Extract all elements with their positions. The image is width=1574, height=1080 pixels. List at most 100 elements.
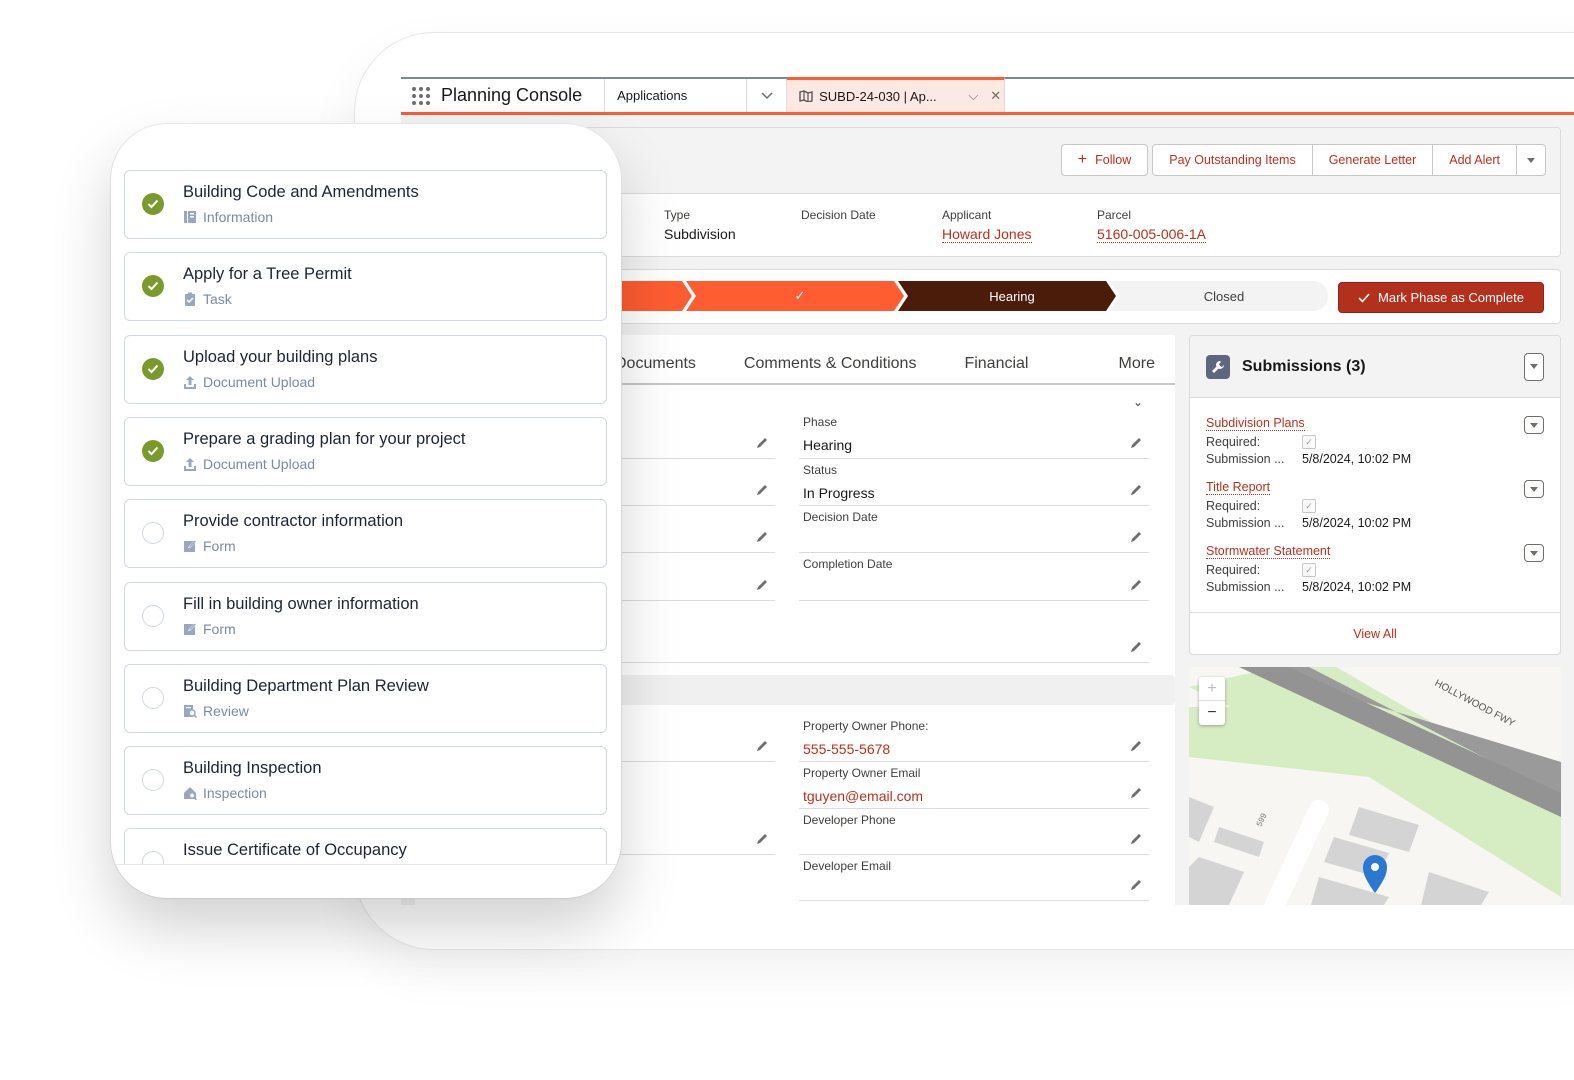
- upload-icon: [183, 457, 197, 471]
- submission-link[interactable]: Subdivision Plans: [1206, 416, 1305, 431]
- field-owner-email: Property Owner Email tguyen@email.com: [799, 762, 1149, 809]
- submission-item: Stormwater Statement Required: ✓ Submissi…: [1190, 532, 1560, 596]
- empty-circle-icon[interactable]: [142, 851, 164, 864]
- check-circle-icon[interactable]: [142, 357, 164, 380]
- tab-more[interactable]: More: [1119, 355, 1175, 383]
- applicant-link[interactable]: Howard Jones: [942, 226, 1032, 243]
- task-card[interactable]: Issue Certificate of Occupancy: [124, 828, 607, 864]
- plus-icon: +: [1077, 151, 1088, 168]
- submission-menu-button[interactable]: [1524, 480, 1544, 498]
- more-actions-button[interactable]: [1516, 144, 1546, 176]
- task-card[interactable]: Provide contractor information Form: [124, 499, 607, 569]
- nav-menu-dropdown-button[interactable]: [747, 79, 788, 112]
- field-status: Status In Progress: [799, 459, 1149, 506]
- empty-circle-icon[interactable]: [142, 522, 164, 545]
- empty-circle-icon[interactable]: [142, 769, 164, 792]
- task-type: Form: [183, 621, 236, 637]
- empty-circle-icon[interactable]: [142, 604, 164, 627]
- submission-link[interactable]: Title Report: [1206, 480, 1271, 495]
- pencil-icon[interactable]: [1129, 640, 1143, 654]
- task-card[interactable]: Fill in building owner information Form: [124, 581, 607, 651]
- task-card[interactable]: Apply for a Tree Permit Task: [124, 252, 607, 322]
- pencil-icon[interactable]: [755, 739, 769, 753]
- zoom-in-button[interactable]: +: [1199, 677, 1225, 701]
- tab-financial[interactable]: Financial: [964, 355, 1028, 383]
- highlight-field-type: Type Subdivision: [664, 208, 736, 242]
- submissions-menu-button[interactable]: [1524, 352, 1544, 381]
- task-type-label: Information: [203, 209, 274, 225]
- close-tab-icon[interactable]: ✕: [987, 88, 1004, 104]
- owner-phone-link[interactable]: 555-555-5678: [803, 741, 890, 757]
- task-type: Document Upload: [183, 456, 315, 472]
- path-stage-hearing[interactable]: Hearing: [908, 281, 1116, 311]
- clipboard-check-icon: [183, 292, 197, 307]
- caret-down-icon: [1530, 422, 1538, 428]
- task-card[interactable]: Building Inspection Inspection: [124, 746, 607, 816]
- task-card[interactable]: Building Code and Amendments Information: [124, 170, 607, 239]
- task-title: Apply for a Tree Permit: [183, 265, 352, 284]
- task-type-label: Form: [203, 538, 236, 555]
- view-all-link[interactable]: View All: [1190, 612, 1560, 654]
- task-title: Building Inspection: [183, 759, 322, 778]
- pencil-icon[interactable]: [1129, 436, 1143, 450]
- task-type-label: Task: [203, 291, 232, 308]
- map-zoom-controls: + −: [1199, 677, 1225, 725]
- pencil-icon[interactable]: [1129, 578, 1143, 592]
- pencil-icon[interactable]: [755, 436, 769, 450]
- tab-comments-conditions[interactable]: Comments & Conditions: [744, 355, 917, 383]
- task-card[interactable]: Prepare a grading plan for your project D…: [124, 416, 607, 486]
- check-circle-icon[interactable]: [142, 439, 164, 462]
- map-tiles: HOLLYWOOD FWY 599: [1189, 667, 1561, 905]
- caret-down-icon: [1530, 550, 1538, 556]
- pencil-icon[interactable]: [1129, 878, 1143, 892]
- task-type: Form: [183, 538, 236, 554]
- pencil-icon[interactable]: [1129, 739, 1143, 753]
- form-edit-icon: [183, 622, 197, 636]
- field-developer-email: Developer Email: [799, 855, 1149, 901]
- parcel-link[interactable]: 5160-005-006-1A: [1097, 226, 1206, 243]
- book-icon: [183, 210, 197, 224]
- pencil-icon[interactable]: [755, 530, 769, 544]
- zoom-out-button[interactable]: −: [1199, 701, 1225, 725]
- path-stage-complete-check[interactable]: ✓: [696, 281, 904, 311]
- follow-button[interactable]: + Follow: [1060, 144, 1149, 176]
- pay-outstanding-items-button[interactable]: Pay Outstanding Items: [1152, 144, 1313, 176]
- generate-letter-button[interactable]: Generate Letter: [1311, 144, 1434, 176]
- pencil-icon[interactable]: [1129, 483, 1143, 497]
- pencil-icon[interactable]: [755, 832, 769, 846]
- caret-down-icon: [1530, 364, 1538, 369]
- form-edit-icon: [183, 539, 197, 553]
- section-collapse-chevron-icon[interactable]: ⌄: [1133, 395, 1143, 409]
- task-list: Building Code and Amendments Information A…: [111, 124, 621, 864]
- pencil-icon[interactable]: [755, 483, 769, 497]
- record-tab-label: SUBD-24-030 | Ap...: [819, 88, 937, 104]
- check-circle-icon[interactable]: [142, 193, 164, 215]
- task-card[interactable]: Building Department Plan Review Review: [124, 663, 607, 733]
- nav-menu-selected[interactable]: Applications: [605, 79, 748, 112]
- app-launcher-button[interactable]: [401, 79, 437, 112]
- tab-menu-chevron-icon[interactable]: ⌵: [965, 88, 981, 104]
- task-card[interactable]: Upload your building plans Document Uploa…: [124, 334, 607, 404]
- pencil-icon[interactable]: [1129, 530, 1143, 544]
- task-type-label: Inspection: [203, 785, 267, 802]
- chevron-down-icon: [761, 91, 773, 99]
- waffle-icon: [412, 86, 430, 105]
- task-type: Information: [183, 209, 273, 225]
- pencil-icon[interactable]: [1129, 786, 1143, 800]
- path-stage-closed[interactable]: Closed: [1120, 281, 1328, 311]
- tab-documents[interactable]: Documents: [615, 355, 696, 383]
- check-circle-icon[interactable]: [142, 275, 164, 298]
- submission-menu-button[interactable]: [1524, 544, 1544, 562]
- pencil-icon[interactable]: [1129, 832, 1143, 846]
- record-tab[interactable]: SUBD-24-030 | Ap... ⌵ ✕: [787, 77, 1006, 112]
- add-alert-button[interactable]: Add Alert: [1432, 144, 1517, 176]
- submission-link[interactable]: Stormwater Statement: [1206, 544, 1331, 559]
- submission-menu-button[interactable]: [1524, 416, 1544, 434]
- house-search-icon: [183, 786, 198, 801]
- submissions-card: Submissions (3) Subdivision Plans Requir…: [1189, 335, 1561, 655]
- pencil-icon[interactable]: [755, 578, 769, 592]
- mark-phase-complete-button[interactable]: Mark Phase as Complete: [1338, 282, 1544, 313]
- empty-circle-icon[interactable]: [142, 686, 164, 709]
- parcel-map[interactable]: HOLLYWOOD FWY 599 + −: [1189, 667, 1561, 905]
- owner-email-link[interactable]: tguyen@email.com: [803, 788, 923, 804]
